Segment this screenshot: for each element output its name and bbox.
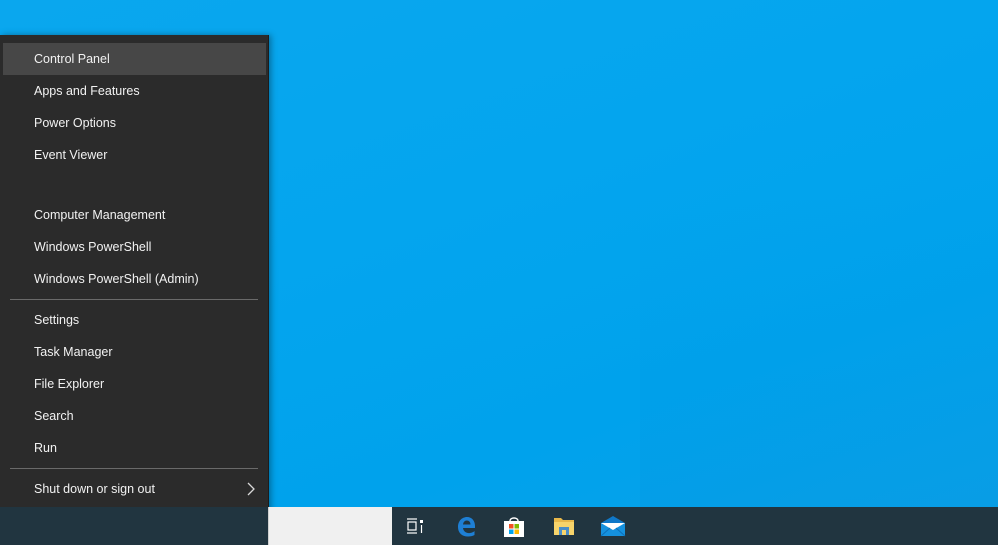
menu-item-label: Power Options — [34, 116, 116, 130]
menu-item-computer-management[interactable]: Computer Management — [3, 199, 266, 231]
menu-item-label: File Explorer — [34, 377, 105, 391]
store-button[interactable] — [490, 507, 538, 545]
menu-item-event-viewer[interactable]: Event Viewer — [3, 139, 266, 171]
desktop-shade — [640, 200, 998, 507]
menu-item-label: Apps and Features — [34, 84, 140, 98]
mail-button[interactable] — [589, 507, 637, 545]
menu-item-windows-powershell-admin[interactable]: Windows PowerShell (Admin) — [3, 263, 266, 295]
menu-item-run[interactable]: Run — [3, 432, 266, 464]
menu-item-file-explorer[interactable]: File Explorer — [3, 368, 266, 400]
menu-item-label: Settings — [34, 313, 80, 327]
file-explorer-icon — [554, 518, 574, 535]
taskbar-search-box[interactable] — [268, 507, 392, 545]
menu-item-settings[interactable]: Settings — [3, 304, 266, 336]
menu-item-label: Task Manager — [34, 345, 113, 359]
file-explorer-button[interactable] — [540, 507, 588, 545]
menu-item-label: Computer Management — [34, 208, 166, 222]
menu-item-label: Windows PowerShell — [34, 240, 152, 254]
power-user-menu: Control Panel Apps and Features Power Op… — [0, 35, 269, 545]
taskbar — [0, 507, 998, 545]
chevron-right-icon — [247, 482, 255, 496]
menu-item-search[interactable]: Search — [3, 400, 266, 432]
menu-separator — [10, 299, 258, 300]
menu-item-label: Search — [34, 409, 74, 423]
task-view-button[interactable] — [391, 507, 439, 545]
menu-item-windows-powershell[interactable]: Windows PowerShell — [3, 231, 266, 263]
edge-icon — [458, 517, 475, 537]
menu-item-label: Run — [34, 441, 57, 455]
menu-item-label: Event Viewer — [34, 148, 108, 162]
menu-separator — [10, 468, 258, 469]
mail-icon — [600, 516, 626, 537]
menu-item-label: Control Panel — [34, 52, 110, 66]
menu-item-control-panel[interactable]: Control Panel — [3, 43, 266, 75]
menu-item-shut-down-or-sign-out[interactable]: Shut down or sign out — [3, 473, 266, 505]
edge-button[interactable] — [442, 507, 490, 545]
menu-item-apps-and-features[interactable]: Apps and Features — [3, 75, 266, 107]
menu-item-label: Windows PowerShell (Admin) — [34, 272, 199, 286]
menu-item-power-options[interactable]: Power Options — [3, 107, 266, 139]
menu-item-label: Shut down or sign out — [34, 482, 155, 496]
store-icon — [504, 517, 524, 537]
task-view-icon — [407, 518, 423, 534]
menu-item-task-manager[interactable]: Task Manager — [3, 336, 266, 368]
